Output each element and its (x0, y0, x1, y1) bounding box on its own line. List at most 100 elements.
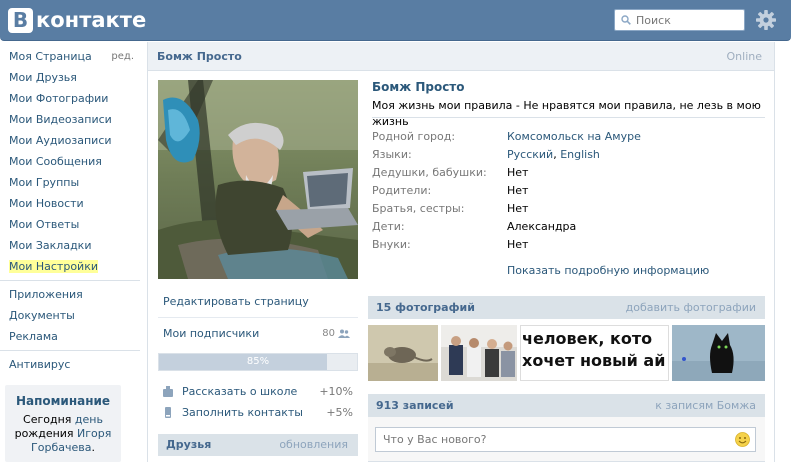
menu-videos[interactable]: Мои Видеозаписи (0, 109, 140, 130)
photo-thumb-people[interactable] (441, 325, 517, 381)
menu-edit-link[interactable]: ред. (111, 46, 134, 67)
menu-friends[interactable]: Мои Друзья (0, 67, 140, 88)
menu-label: Моя Страница (9, 50, 92, 63)
menu-label: Мои Ответы (9, 218, 80, 231)
menu-label: Антивирус (9, 358, 71, 371)
info-rows: Родной город: Комсомольск на Амуре Языки:… (372, 128, 765, 254)
profile-fill-progress: 85% (158, 353, 358, 371)
meme-text-2: хочет новый ай (522, 351, 666, 370)
reminder-name-last[interactable]: Горбачева (31, 441, 91, 454)
menu-label: Документы (9, 309, 75, 322)
search-input[interactable] (636, 13, 736, 27)
info-key: Внуки: (372, 238, 411, 251)
friends-title[interactable]: Друзья (166, 434, 211, 456)
menu-settings[interactable]: Мои Настройки (0, 256, 140, 277)
info-row-grandchildren: Внуки: Нет (372, 236, 765, 254)
menu-groups[interactable]: Мои Группы (0, 172, 140, 193)
reminder-period: . (91, 441, 95, 454)
wall-count[interactable]: 913 записей (376, 394, 454, 417)
info-row-hometown: Родной город: Комсомольск на Амуре (372, 128, 765, 146)
profile-header-bar: Бомж Просто Online (148, 42, 774, 71)
photo-thumbnails: человек, кото хочет новый ай (368, 325, 765, 381)
menu-my-page[interactable]: Моя Страница ред. (0, 46, 140, 67)
vk-logo[interactable]: В контакте (8, 7, 146, 33)
progress-text: 85% (246, 356, 270, 367)
menu-news[interactable]: Мои Новости (0, 193, 140, 214)
todo-contacts[interactable]: Заполнить контакты +5% (158, 402, 358, 423)
friends-updates-link[interactable]: обновления (279, 434, 348, 456)
edit-page-link[interactable]: Редактировать страницу (158, 286, 358, 317)
wall-post-box[interactable] (375, 427, 756, 452)
menu-apps[interactable]: Приложения (0, 284, 140, 305)
menu-messages[interactable]: Мои Сообщения (0, 151, 140, 172)
meme-text-1: человек, кото (522, 329, 653, 348)
photo-thumb-cat[interactable] (672, 325, 765, 381)
menu-antivirus[interactable]: Антивирус (0, 354, 140, 375)
photos-title[interactable]: 15 фотографий (376, 296, 475, 319)
info-row-parents: Родители: Нет (372, 182, 765, 200)
edit-page-label: Редактировать страницу (163, 295, 309, 308)
menu-label: Мои Видеозаписи (9, 113, 112, 126)
reminder-birthday: рождения (14, 427, 74, 440)
info-row-siblings: Братья, сестры: Нет (372, 200, 765, 218)
info-key: Дедушки, бабушки: (372, 166, 487, 179)
info-value: Нет (507, 202, 529, 215)
todo-label: Заполнить контакты (182, 406, 303, 419)
todo-pct: +10% (319, 385, 353, 398)
search-box[interactable] (614, 9, 745, 31)
profile-status[interactable]: Моя жизнь мои правила - Не нравятся мои … (372, 98, 765, 128)
menu-documents[interactable]: Документы (0, 305, 140, 326)
wall-post-input[interactable] (383, 433, 713, 446)
todo-school[interactable]: Рассказать о школе +10% (158, 381, 358, 402)
todo-label: Рассказать о школе (182, 385, 298, 398)
subscribers-link[interactable]: Мои подписчики 80 (158, 318, 358, 349)
info-value: Нет (507, 166, 529, 179)
info-row-children: Дети: Александра (372, 218, 765, 236)
photo-thumb-rat[interactable] (368, 325, 438, 381)
reminder-today: Сегодня (23, 413, 72, 426)
menu-audio[interactable]: Мои Аудиозаписи (0, 130, 140, 151)
school-icon (163, 386, 173, 397)
info-value: Нет (507, 184, 529, 197)
menu-answers[interactable]: Мои Ответы (0, 214, 140, 235)
left-menu: Моя Страница ред. Мои Друзья Мои Фотограф… (0, 46, 140, 375)
add-photos-link[interactable]: добавить фотографии (626, 296, 756, 319)
photo-thumb-meme[interactable]: человек, кото хочет новый ай (520, 325, 669, 381)
info-key: Братья, сестры: (372, 202, 465, 215)
reminder-name-first[interactable]: Игоря (77, 427, 111, 440)
menu-label: Мои Фотографии (9, 92, 109, 105)
gear-icon[interactable] (755, 9, 777, 31)
to-wall-link[interactable]: к записям Бомжа (655, 394, 756, 417)
info-row-grandparents: Дедушки, бабушки: Нет (372, 164, 765, 182)
info-hometown-link[interactable]: Комсомольск на Амуре (507, 130, 641, 143)
reminder-text: Сегодня день рождения Игоря Горбачева. (5, 413, 121, 455)
info-row-languages: Языки: Русский, English (372, 146, 765, 164)
online-status: Online (726, 50, 762, 63)
reminder-day-link[interactable]: день (75, 413, 103, 426)
subscribers-count-value: 80 (322, 328, 335, 339)
info-key: Родители: (372, 184, 432, 197)
menu-ads[interactable]: Реклама (0, 326, 140, 347)
profile-name: Бомж Просто (372, 80, 465, 94)
menu-label: Реклама (9, 330, 58, 343)
profile-header-name: Бомж Просто (157, 50, 242, 63)
reminder-title: Напоминание (15, 394, 111, 408)
profile-photo[interactable] (158, 80, 358, 279)
wall-bar: 913 записей к записям Бомжа (368, 394, 765, 417)
subscribers-label: Мои подписчики (163, 327, 260, 340)
menu-divider (0, 350, 140, 351)
menu-label: Мои Новости (9, 197, 84, 210)
info-lang-link[interactable]: Русский (507, 148, 553, 161)
reminder-box: Напоминание Сегодня день рождения Игоря … (5, 385, 121, 462)
show-more-info-label: Показать подробную информацию (507, 264, 710, 277)
menu-bookmarks[interactable]: Мои Закладки (0, 235, 140, 256)
smile-icon[interactable] (735, 432, 750, 447)
info-lang-link[interactable]: English (560, 148, 600, 161)
people-icon (338, 329, 350, 338)
profile-info: Бомж Просто Моя жизнь мои правила - Не н… (372, 80, 765, 280)
menu-label: Мои Друзья (9, 71, 77, 84)
menu-photos[interactable]: Мои Фотографии (0, 88, 140, 109)
info-key: Родной город: (372, 130, 456, 143)
show-more-info-link[interactable]: Показать подробную информацию (507, 264, 765, 280)
menu-label: Приложения (9, 288, 83, 301)
